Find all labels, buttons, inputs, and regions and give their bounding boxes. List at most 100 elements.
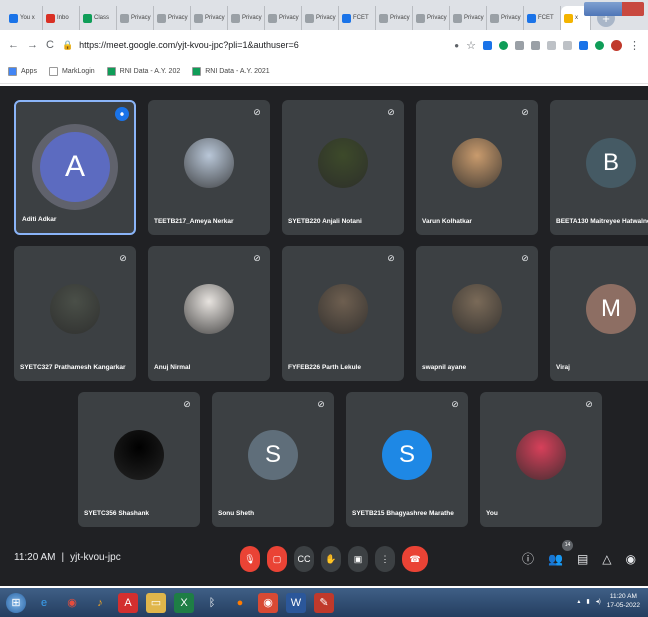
tab-favicon <box>527 13 536 23</box>
browser-tab[interactable]: You x <box>6 6 43 30</box>
tab-label: Privacy <box>316 15 336 21</box>
extension-icon[interactable] <box>547 40 556 50</box>
mic-muted-icon: ⊘ <box>183 399 191 409</box>
browser-tab[interactable]: Class <box>80 6 117 30</box>
tab-favicon <box>9 13 18 23</box>
mic-off-button[interactable]: 🎙 <box>240 546 260 572</box>
participant-tile[interactable]: ⊘ You <box>480 392 602 527</box>
participant-photo <box>184 138 234 188</box>
participant-tile[interactable]: ⊘BBEETA130 Maitreyee Hatwalne <box>550 100 648 235</box>
browser-tab[interactable]: Privacy <box>228 6 265 30</box>
host-controls-icon[interactable]: ◉ <box>626 552 636 566</box>
url-field[interactable]: 🔒 https://meet.google.com/yjt-kvou-jpc?p… <box>62 35 446 55</box>
participant-tile[interactable]: ⊘ Varun Kolhatkar <box>416 100 538 235</box>
participant-tile[interactable]: ⊘ S SYETB215 Bhagyashree Marathe <box>346 392 468 527</box>
window-close-button[interactable] <box>622 2 644 16</box>
chat-icon[interactable]: ▤ <box>577 552 588 566</box>
more-options-button[interactable]: ⋮ <box>375 546 395 572</box>
browser-tab[interactable]: Privacy <box>265 6 302 30</box>
network-icon[interactable]: ▮ <box>586 598 589 605</box>
raise-hand-button[interactable]: ✋ <box>321 546 341 572</box>
present-button[interactable]: ▣ <box>348 546 368 572</box>
tab-label: Privacy <box>131 15 151 21</box>
browser-tab[interactable]: Privacy <box>487 6 524 30</box>
camera-off-button[interactable]: ▢ <box>267 546 287 572</box>
extension-icon[interactable] <box>563 40 572 50</box>
extension-icon[interactable] <box>483 40 492 50</box>
participant-tile[interactable]: ⊘MViraj <box>550 246 648 381</box>
reload-icon[interactable]: C <box>46 39 54 51</box>
bookmark-item[interactable]: Apps <box>8 67 37 76</box>
bookmark-item[interactable]: MarkLogin <box>48 67 95 76</box>
participant-name: swapnil ayane <box>422 364 467 371</box>
extension-icon[interactable] <box>515 40 524 50</box>
tab-label: Privacy <box>168 15 188 21</box>
participant-tile[interactable]: ⊘ Anuj Nirmal <box>148 246 270 381</box>
tab-label: Privacy <box>242 15 262 21</box>
tab-favicon <box>83 13 92 23</box>
extension-icon[interactable] <box>579 40 588 50</box>
browser-tab[interactable]: Privacy <box>117 6 154 30</box>
media-player-icon[interactable]: ♪ <box>90 593 110 613</box>
participant-tile[interactable]: ⦁ A Aditi Adkar <box>14 100 136 235</box>
acrobat-icon[interactable]: A <box>118 592 138 613</box>
browser-tab[interactable]: Privacy <box>154 6 191 30</box>
bookmark-icon <box>106 67 116 76</box>
chrome-icon[interactable]: ◉ <box>62 593 82 613</box>
activities-icon[interactable]: △ <box>602 552 611 566</box>
bluetooth-icon[interactable]: ᛒ <box>202 593 222 613</box>
tab-favicon <box>46 13 55 23</box>
browser-tab[interactable]: Privacy <box>450 6 487 30</box>
extension-icon[interactable] <box>531 40 540 50</box>
participant-tile[interactable]: ⊘ FYFEB226 Parth Lekule <box>282 246 404 381</box>
participant-photo <box>452 138 502 188</box>
back-icon[interactable]: ← <box>8 39 19 51</box>
participant-name: Viraj <box>556 364 570 371</box>
firefox-icon[interactable]: ● <box>230 593 250 613</box>
volume-icon[interactable]: ◂) <box>596 598 601 605</box>
browser-tab[interactable]: Privacy <box>376 6 413 30</box>
browser-tab[interactable]: FCET <box>524 6 561 30</box>
star-icon[interactable]: ☆ <box>466 39 476 52</box>
forward-icon[interactable]: → <box>27 39 38 51</box>
participant-tile[interactable]: ⊘ TEETB217_Ameya Nerkar <box>148 100 270 235</box>
participant-tile[interactable]: ⊘ S Sonu Sheth <box>212 392 334 527</box>
profile-avatar[interactable] <box>611 39 622 51</box>
participant-tile[interactable]: ⊘ SYETC356 Shashank <box>78 392 200 527</box>
browser-tab[interactable]: Privacy <box>191 6 228 30</box>
extension-icon[interactable] <box>595 40 604 50</box>
bookmark-item[interactable]: RNI Data - A.Y. 202 <box>106 67 180 76</box>
browser-tab-strip: You x Inbo Class Privacy Privacy Privacy Priva… <box>0 0 648 30</box>
bookmark-icon <box>8 67 17 76</box>
paint-icon[interactable]: ✎ <box>314 592 334 613</box>
menu-icon[interactable]: ⋮ <box>629 39 640 52</box>
ie-icon[interactable]: e <box>34 593 54 613</box>
window-controls[interactable] <box>584 2 644 16</box>
participant-tile[interactable]: ⊘ swapnil ayane <box>416 246 538 381</box>
start-button[interactable]: ⊞ <box>6 592 26 613</box>
excel-icon[interactable]: X <box>174 592 194 613</box>
explorer-icon[interactable]: ▭ <box>146 592 166 613</box>
leave-call-button[interactable]: ☎ <box>402 546 428 572</box>
browser-tab[interactable]: Privacy <box>413 6 450 30</box>
chrome-active-icon[interactable]: ◉ <box>258 592 278 613</box>
word-icon[interactable]: W <box>286 592 306 613</box>
browser-tab[interactable]: Privacy <box>302 6 339 30</box>
participant-tile[interactable]: ⊘ SYETB220 Anjali Notani <box>282 100 404 235</box>
tab-close-label[interactable]: x <box>575 15 578 21</box>
browser-tab[interactable]: FCET <box>339 6 376 30</box>
url-text[interactable]: https://meet.google.com/yjt-kvou-jpc?pli… <box>79 40 299 50</box>
participant-tile[interactable]: ⊘ SYETC327 Prathamesh Kangarkar <box>14 246 136 381</box>
taskbar-clock[interactable]: 11:20 AM 17-05-2022 <box>607 592 640 610</box>
bookmark-item[interactable]: RNI Data - A.Y. 2021 <box>192 67 270 76</box>
people-icon[interactable]: 👥 <box>548 552 563 566</box>
browser-tab[interactable]: Inbo <box>43 6 80 30</box>
mic-muted-icon: ⊘ <box>585 399 593 409</box>
extension-icon[interactable] <box>499 40 508 50</box>
tray-arrow-icon[interactable]: ▴ <box>577 598 580 605</box>
camera-icon[interactable]: ● <box>454 41 459 50</box>
tab-favicon <box>490 13 499 23</box>
tab-label: Privacy <box>279 15 299 21</box>
info-icon[interactable]: ⓘ <box>522 550 534 567</box>
captions-button[interactable]: CC <box>294 546 314 572</box>
